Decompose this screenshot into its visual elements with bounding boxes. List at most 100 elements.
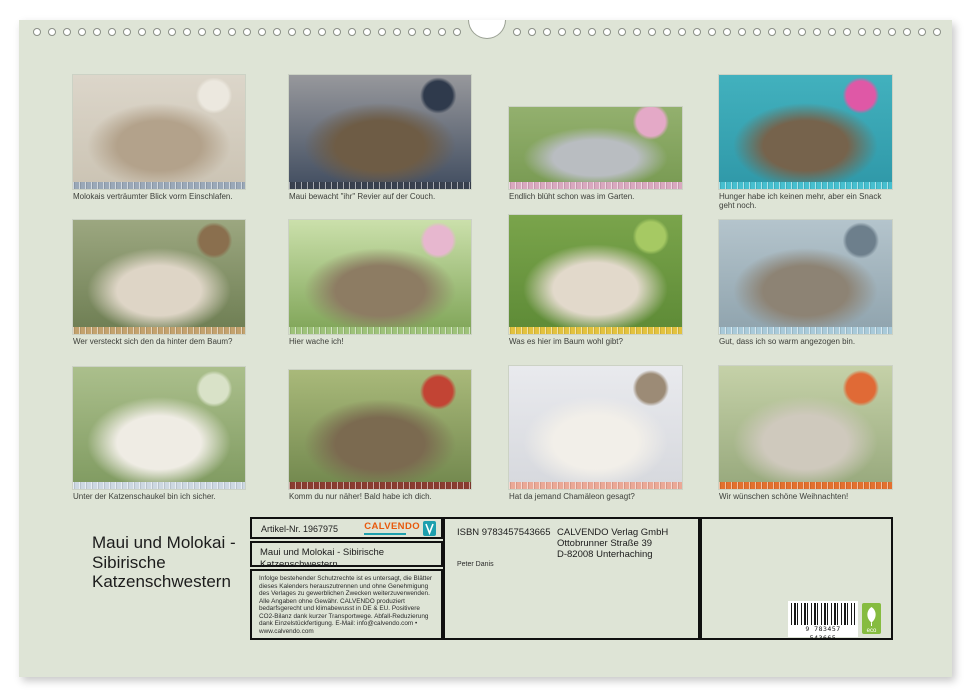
cat-photo: [73, 367, 245, 489]
eco-label: eco: [862, 603, 881, 639]
binding-hole: [438, 28, 446, 36]
binding-hole: [33, 28, 41, 36]
binding-hole: [693, 28, 701, 36]
cat-photo: [289, 75, 471, 189]
mini-calendar-strip: [289, 327, 471, 334]
binding-hole: [513, 28, 521, 36]
author-name: Peter Danis: [457, 561, 494, 568]
binding-hole: [123, 28, 131, 36]
photo-caption: Was es hier im Baum wohl gibt?: [509, 337, 682, 346]
thumbnail-cell: Komm du nur näher! Bald habe ich dich.: [289, 370, 471, 501]
binding-hole: [663, 28, 671, 36]
isbn-text: ISBN 9783457543665: [457, 527, 551, 538]
photo-caption: Wer versteckt sich den da hinter dem Bau…: [73, 337, 245, 346]
binding-hole: [648, 28, 656, 36]
cat-photo: [719, 75, 892, 189]
calendar-sheet: Molokais verträumter Blick vorm Einschla…: [19, 20, 952, 677]
barcode-digits: 9 783457 543665: [791, 625, 855, 643]
mini-calendar-strip: [719, 482, 892, 489]
thumbnail-cell: Hier wache ich!: [289, 220, 471, 346]
binding-hole: [633, 28, 641, 36]
binding-hole: [528, 28, 536, 36]
binding-hole: [303, 28, 311, 36]
thumbnail-cell: Unter der Katzenschaukel bin ich sicher.: [73, 367, 245, 501]
photo-caption: Unter der Katzenschaukel bin ich sicher.: [73, 492, 245, 501]
binding-hole: [288, 28, 296, 36]
cat-photo: [73, 220, 245, 334]
eco-leaf-icon: eco: [862, 603, 881, 634]
calvendo-logo-word: CALVENDO: [364, 522, 420, 532]
binding-hole: [348, 28, 356, 36]
title-box: Maui und Molokai - Sibirische Katzenschw…: [250, 541, 443, 567]
binding-hole: [888, 28, 896, 36]
calvendo-logo: CALVENDO: [364, 521, 436, 536]
barcode-bars: [791, 603, 855, 625]
binding-hole: [933, 28, 941, 36]
photo-caption: Hunger habe ich keinen mehr, aber ein Sn…: [719, 192, 892, 210]
binding-hole: [738, 28, 746, 36]
mini-calendar-strip: [719, 327, 892, 334]
binding-hole: [558, 28, 566, 36]
cat-photo: [719, 366, 892, 489]
svg-text:eco: eco: [867, 628, 877, 634]
mini-calendar-strip: [509, 482, 682, 489]
photo-caption: Endlich blüht schon was im Garten.: [509, 192, 682, 201]
binding-hole: [138, 28, 146, 36]
thumbnail-cell: Was es hier im Baum wohl gibt?: [509, 215, 682, 346]
calvendo-logo-icon: [423, 521, 436, 536]
mini-calendar-strip: [73, 327, 245, 334]
binding-hole: [363, 28, 371, 36]
binding-hole: [588, 28, 596, 36]
binding-hole: [243, 28, 251, 36]
cat-photo: [719, 220, 892, 334]
thumbnail-cell: Gut, dass ich so warm angezogen bin.: [719, 220, 892, 346]
cat-photo: [509, 215, 682, 334]
publisher-address: CALVENDO Verlag GmbH Ottobrunner Straße …: [557, 527, 668, 560]
binding-hole: [153, 28, 161, 36]
photo-caption: Komm du nur näher! Bald habe ich dich.: [289, 492, 471, 501]
binding-hole: [258, 28, 266, 36]
photo-caption: Gut, dass ich so warm angezogen bin.: [719, 337, 892, 346]
thumbnail-cell: Wir wünschen schöne Weihnachten!: [719, 366, 892, 501]
binding-hole: [813, 28, 821, 36]
binding-hole: [603, 28, 611, 36]
binding-hole: [873, 28, 881, 36]
calvendo-tagline-bar: [364, 533, 406, 535]
cat-photo: [289, 370, 471, 489]
binding-hole: [783, 28, 791, 36]
legal-box: Infolge bestehender Schutzrechte ist es …: [250, 569, 443, 640]
artikel-box: Artikel-Nr. 1967975 CALVENDO: [250, 517, 443, 539]
binding-hole: [93, 28, 101, 36]
binding-hole: [708, 28, 716, 36]
binding-hole: [318, 28, 326, 36]
binding-hole: [828, 28, 836, 36]
binding-hole: [453, 28, 461, 36]
binding-hole: [393, 28, 401, 36]
thumbnail-cell: Hunger habe ich keinen mehr, aber ein Sn…: [719, 75, 892, 210]
isbn-box: ISBN 9783457543665 CALVENDO Verlag GmbH …: [443, 517, 700, 640]
ean-barcode: 9 783457 543665: [788, 601, 858, 637]
photo-caption: Hier wache ich!: [289, 337, 471, 346]
hanger-cutout: [468, 20, 506, 39]
photo-caption: Wir wünschen schöne Weihnachten!: [719, 492, 892, 501]
binding-hole: [228, 28, 236, 36]
binding-hole: [378, 28, 386, 36]
binding-hole: [918, 28, 926, 36]
binding-hole: [858, 28, 866, 36]
binding-hole: [423, 28, 431, 36]
binding-hole: [903, 28, 911, 36]
binding-hole: [213, 28, 221, 36]
binding-hole: [678, 28, 686, 36]
binding-hole: [618, 28, 626, 36]
artikel-nr: Artikel-Nr. 1967975: [261, 524, 338, 534]
mini-calendar-strip: [73, 482, 245, 489]
cat-photo: [509, 366, 682, 489]
binding-hole: [843, 28, 851, 36]
binding-hole: [798, 28, 806, 36]
mini-calendar-strip: [509, 182, 682, 189]
binding-hole: [273, 28, 281, 36]
binding-hole: [753, 28, 761, 36]
cat-photo: [73, 75, 245, 189]
binding-hole: [63, 28, 71, 36]
thumbnail-cell: Molokais verträumter Blick vorm Einschla…: [73, 75, 245, 201]
